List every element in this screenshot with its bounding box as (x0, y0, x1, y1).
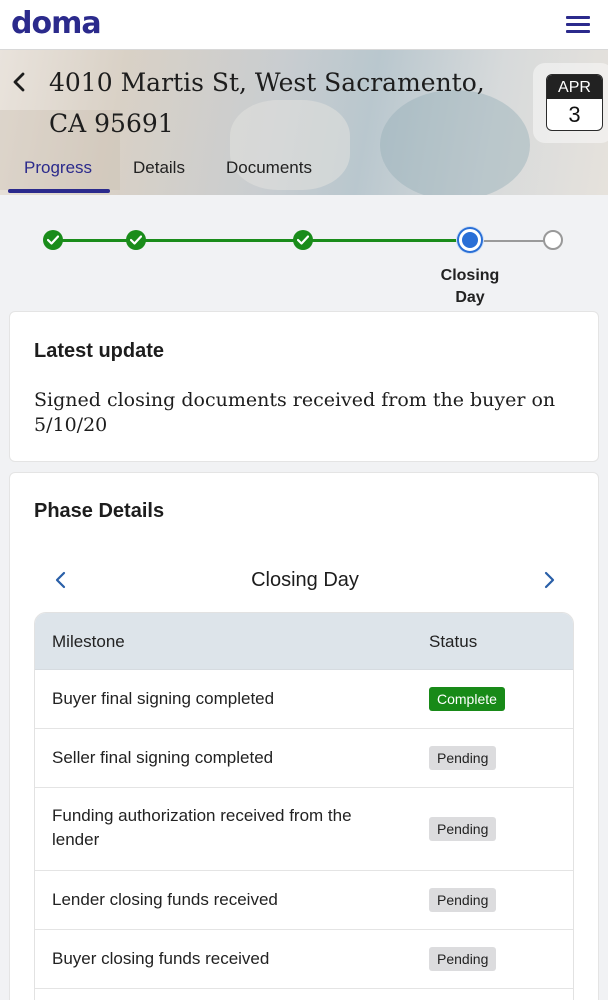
table-row: Buyer closing funds received Pending (35, 930, 573, 989)
property-address: 4010 Martis St, West Sacramento, CA 9569… (49, 68, 485, 138)
milestone-table: Milestone Status Buyer final signing com… (34, 612, 574, 1000)
current-step-label: Closing Day (440, 267, 500, 306)
phase-navigator: Closing Day (10, 565, 600, 595)
step-3-complete (293, 230, 313, 250)
tab-details[interactable]: Details (133, 158, 185, 178)
table-row (35, 989, 573, 1000)
chevron-left-icon (13, 72, 25, 92)
table-row: Lender closing funds received Pending (35, 871, 573, 930)
status-badge-pending: Pending (429, 817, 497, 841)
step-4-current (456, 226, 484, 254)
progress-line-complete (53, 239, 470, 242)
milestone-name: Funding authorization received from the … (52, 806, 352, 849)
status-badge-pending: Pending (429, 888, 497, 912)
milestone-name: Buyer final signing completed (52, 689, 275, 708)
status-badge-pending: Pending (429, 746, 497, 770)
hamburger-icon-line (566, 16, 590, 19)
latest-update-text: Signed closing documents received from t… (34, 389, 556, 436)
status-badge-pending: Pending (429, 947, 497, 971)
check-icon (297, 235, 309, 245)
milestone-name: Lender closing funds received (52, 890, 278, 909)
back-button[interactable] (8, 70, 32, 94)
table-row: Funding authorization received from the … (35, 788, 573, 871)
progress-stepper: Closing Day (0, 225, 608, 315)
active-tab-indicator (8, 189, 110, 193)
column-header-status: Status (429, 632, 478, 651)
closing-date-badge: APR 3 (546, 74, 603, 131)
check-icon (47, 235, 59, 245)
hamburger-menu-button[interactable] (566, 16, 590, 34)
milestone-name: Seller final signing completed (52, 748, 274, 767)
chevron-right-icon (544, 571, 555, 589)
check-icon (130, 235, 142, 245)
status-badge-complete: Complete (429, 687, 505, 711)
table-row: Buyer final signing completed Complete (35, 670, 573, 729)
step-2-complete (126, 230, 146, 250)
latest-update-card: Latest update Signed closing documents r… (9, 311, 599, 462)
column-header-milestone: Milestone (52, 632, 125, 651)
latest-update-title: Latest update (34, 340, 165, 362)
date-month: APR (547, 75, 602, 99)
top-bar: doma (0, 0, 608, 50)
hamburger-icon-line (566, 30, 590, 33)
next-phase-button[interactable] (538, 569, 560, 591)
phase-details-card: Phase Details Closing Day Milestone Stat… (9, 472, 599, 1000)
table-row: Seller final signing completed Pending (35, 729, 573, 788)
tab-documents[interactable]: Documents (226, 158, 312, 178)
table-header: Milestone Status (35, 613, 573, 670)
milestone-name: Buyer closing funds received (52, 949, 270, 968)
tab-progress[interactable]: Progress (24, 158, 92, 178)
doma-logo[interactable]: doma (11, 6, 102, 41)
step-1-complete (43, 230, 63, 250)
hamburger-icon-line (566, 23, 590, 26)
phase-name: Closing Day (251, 569, 359, 591)
step-5-upcoming (543, 230, 563, 250)
date-day: 3 (568, 102, 581, 127)
phase-details-title: Phase Details (34, 500, 165, 522)
